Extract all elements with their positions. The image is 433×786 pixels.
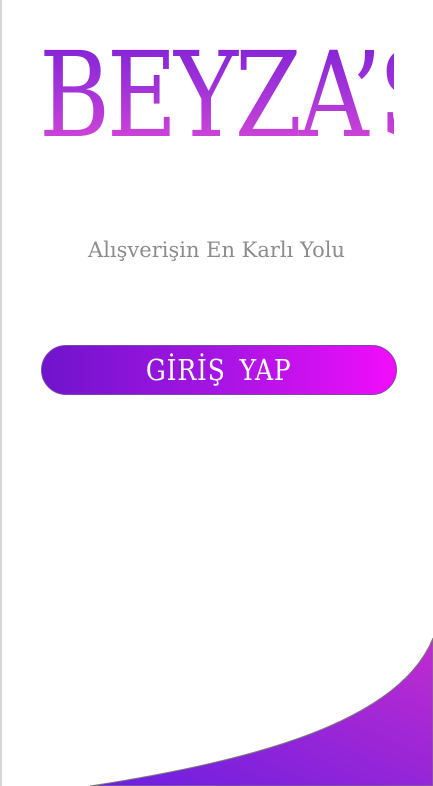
login-button-label: GİRİŞ YAP [146, 353, 292, 387]
login-button[interactable]: GİRİŞ YAP [41, 345, 397, 395]
decorative-corner-wave [89, 637, 433, 786]
tagline-text: Alışverişin En Karlı Yolu [88, 238, 345, 262]
welcome-screen: BEYZA’S Alışverişin En Karlı Yolu GİRİŞ … [0, 0, 433, 786]
brand-logo-title: BEYZA’S [38, 26, 433, 164]
